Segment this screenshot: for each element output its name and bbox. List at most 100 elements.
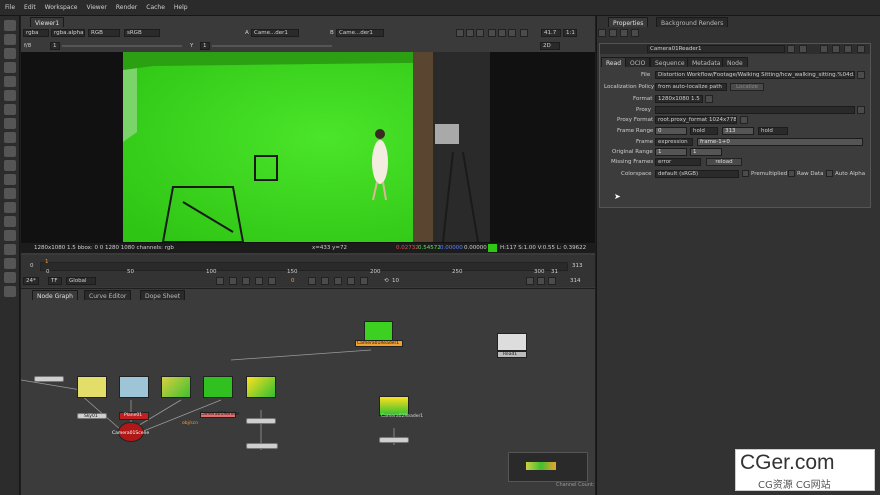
prev-keyframe-icon[interactable] xyxy=(229,277,237,285)
views-icon[interactable] xyxy=(4,160,16,171)
zoom-dropdown[interactable]: 41.7 xyxy=(541,29,561,37)
merge-icon[interactable] xyxy=(4,118,16,129)
input-a-dropdown[interactable]: Came...der1 xyxy=(251,29,299,37)
tab-curve-editor[interactable]: Curve Editor xyxy=(84,290,132,300)
timeline-ruler[interactable] xyxy=(40,262,568,271)
proxy-format-edit-icon[interactable] xyxy=(740,116,748,124)
deep-icon[interactable] xyxy=(4,202,16,213)
subtab-ocio[interactable]: OCIO xyxy=(625,57,651,67)
global-dropdown[interactable]: Global xyxy=(66,277,96,285)
toolsets-icon[interactable] xyxy=(4,216,16,227)
ocula-icon[interactable] xyxy=(4,258,16,269)
cache-icon[interactable] xyxy=(526,277,534,285)
filter-icon[interactable] xyxy=(4,90,16,101)
frame-range-end[interactable]: 313 xyxy=(722,127,754,135)
properties-clear-icon[interactable] xyxy=(609,29,617,37)
frame-step-icon[interactable] xyxy=(466,29,474,37)
format-edit-icon[interactable] xyxy=(705,95,713,103)
frame-mode-dropdown[interactable]: expression xyxy=(655,138,693,146)
frame-range-start[interactable]: 0 xyxy=(655,127,687,135)
frame-range-end-mode[interactable]: hold xyxy=(758,127,788,135)
node-help-icon[interactable] xyxy=(799,45,807,53)
reader-node-thumbnail[interactable] xyxy=(364,321,393,341)
reader2-node-thumbnail[interactable] xyxy=(246,376,276,398)
redo-icon[interactable] xyxy=(832,45,840,53)
colorspace-dropdown[interactable]: default (sRGB) xyxy=(655,170,739,178)
sky-node-thumbnail[interactable] xyxy=(77,376,107,398)
undo-icon[interactable] xyxy=(820,45,828,53)
raw-data-checkbox[interactable] xyxy=(788,170,795,177)
last-frame-icon[interactable] xyxy=(360,277,368,285)
menu-cache[interactable]: Cache xyxy=(146,4,165,11)
proxy-dropdown[interactable]: 1:1 xyxy=(563,29,577,37)
proxy-path-field[interactable] xyxy=(655,106,855,114)
properties-lock-icon[interactable] xyxy=(620,29,628,37)
tf-dropdown[interactable]: TF xyxy=(48,277,62,285)
step-back-icon[interactable] xyxy=(255,277,263,285)
out-point-icon[interactable] xyxy=(548,277,556,285)
localization-dropdown[interactable]: from auto-localize path xyxy=(655,83,727,91)
channel-icon[interactable] xyxy=(4,62,16,73)
original-range-end[interactable]: 1 xyxy=(690,148,722,156)
image-icon[interactable] xyxy=(4,20,16,31)
menu-viewer[interactable]: Viewer xyxy=(86,4,106,11)
subtab-sequence[interactable]: Sequence xyxy=(650,57,690,67)
proxy-browse-icon[interactable] xyxy=(857,106,865,114)
subtab-read[interactable]: Read xyxy=(601,57,627,67)
revert-icon[interactable] xyxy=(844,45,852,53)
read1-node-thumbnail[interactable] xyxy=(497,333,527,351)
gain-slider[interactable] xyxy=(62,45,182,47)
localize-button[interactable]: Localize xyxy=(730,83,764,91)
gamma-field[interactable]: 1 xyxy=(200,42,210,50)
lock-icon[interactable] xyxy=(508,29,516,37)
prev-increment-icon[interactable] xyxy=(242,277,250,285)
plane-node-thumbnail[interactable] xyxy=(119,376,149,398)
metadata-icon[interactable] xyxy=(4,174,16,185)
furnace-icon[interactable] xyxy=(4,244,16,255)
color-icon[interactable] xyxy=(4,76,16,87)
next-keyframe-icon[interactable] xyxy=(347,277,355,285)
bottom-node[interactable] xyxy=(246,443,278,449)
menu-help[interactable]: Help xyxy=(174,4,188,11)
input-node[interactable] xyxy=(34,376,64,382)
alpha-dropdown[interactable]: rgba.alpha xyxy=(51,29,85,37)
snapshot-icon[interactable] xyxy=(476,29,484,37)
2d-dropdown[interactable]: 2D xyxy=(540,42,560,50)
3d-icon[interactable] xyxy=(4,146,16,157)
fps-dropdown[interactable]: 24* xyxy=(23,277,39,285)
particles-icon[interactable] xyxy=(4,188,16,199)
node-color-icon[interactable] xyxy=(787,45,795,53)
float-icon[interactable] xyxy=(857,45,865,53)
keyer-icon[interactable] xyxy=(4,104,16,115)
draw-icon[interactable] xyxy=(4,34,16,45)
format-dropdown[interactable]: 1280x1080 1.5 xyxy=(655,95,703,103)
premultiplied-checkbox[interactable] xyxy=(742,170,749,177)
frame-expression-field[interactable]: frame-1+0 xyxy=(697,138,863,146)
reload-button[interactable]: reload xyxy=(706,158,742,166)
camera02-node-thumbnail[interactable] xyxy=(379,396,409,416)
frame-range-start-mode[interactable]: hold xyxy=(690,127,718,135)
proxy-format-dropdown[interactable]: root.proxy_format 1024x778 xyxy=(655,116,737,124)
reader-mid-node[interactable] xyxy=(246,418,276,424)
node-name-field[interactable]: Camera01Reader1 xyxy=(647,45,785,53)
first-frame-icon[interactable] xyxy=(216,277,224,285)
roi-icon[interactable] xyxy=(456,29,464,37)
auto-alpha-checkbox[interactable] xyxy=(826,170,833,177)
lod-node-thumbnail[interactable] xyxy=(161,376,191,398)
gain-field[interactable]: 1 xyxy=(50,42,60,50)
file-browse-icon[interactable] xyxy=(857,71,865,79)
tab-node-graph[interactable]: Node Graph xyxy=(32,290,78,300)
play-back-icon[interactable] xyxy=(268,277,276,285)
render-node-thumbnail[interactable] xyxy=(203,376,233,398)
step-forward-icon[interactable] xyxy=(321,277,329,285)
in-point-icon[interactable] xyxy=(537,277,545,285)
pause-icon[interactable] xyxy=(520,29,528,37)
tab-background-renders[interactable]: Background Renders xyxy=(656,17,729,27)
increment-field[interactable]: 10 xyxy=(392,278,399,284)
tab-dope-sheet[interactable]: Dope Sheet xyxy=(140,290,186,300)
play-icon[interactable] xyxy=(308,277,316,285)
menu-workspace[interactable]: Workspace xyxy=(45,4,78,11)
next-increment-icon[interactable] xyxy=(334,277,342,285)
nuke-logo-icon[interactable] xyxy=(4,272,16,283)
gamma-slider[interactable] xyxy=(212,45,332,47)
